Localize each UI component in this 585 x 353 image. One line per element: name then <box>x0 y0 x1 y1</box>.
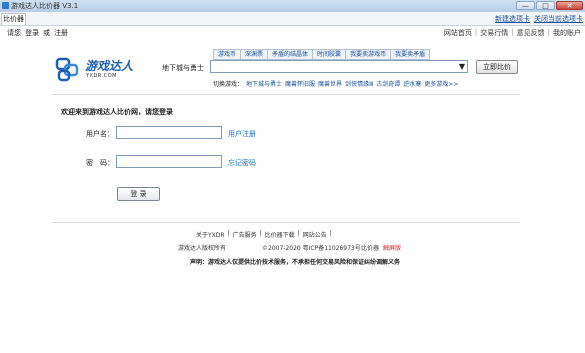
logo-icon <box>55 57 79 82</box>
logo-subtext: YXDR.COM <box>86 73 117 79</box>
new-tab-link[interactable]: 新建选项卡 <box>495 14 530 24</box>
touch-version-link[interactable]: 触屏版 <box>383 243 401 252</box>
title-bar: 游戏达人比价器 V3.1 — □ ✕ <box>0 0 585 12</box>
footer-link-notice[interactable]: 网站公告 <box>303 230 327 239</box>
game-link[interactable]: 剑侠情缘Ⅲ <box>345 79 373 88</box>
copyright-tail: 比价器 <box>361 245 380 252</box>
login-welcome-text: 欢迎来到游戏达人比价网，请您登录 <box>61 108 173 116</box>
login-link[interactable]: 登录 <box>25 28 39 38</box>
nav-feedback[interactable]: 意见反馈 <box>517 28 545 38</box>
close-tab-link[interactable]: 关闭当前选项卡 <box>534 14 583 24</box>
switch-game-row: 切换游戏： 地下城与勇士 魔兽怀旧服 魔兽世界 剑侠情缘Ⅲ 古剑奇谭 逆水寒 更… <box>213 79 458 88</box>
category-tab[interactable]: 深渊票 <box>241 49 269 60</box>
app-icon <box>2 2 9 9</box>
footer-link-ads[interactable]: 广告服务 <box>233 230 257 239</box>
tab-actions: 新建选项卡 关闭当前选项卡 <box>495 14 583 24</box>
footer-separator: | <box>329 230 332 237</box>
register-link[interactable]: 用户注册 <box>228 129 256 139</box>
category-tab[interactable]: 我要卖矛盾 <box>391 49 431 60</box>
window-controls: — □ ✕ <box>516 1 583 10</box>
forgot-password-link[interactable]: 忘记密码 <box>228 158 256 168</box>
game-link[interactable]: 逆水寒 <box>403 79 421 88</box>
divider <box>52 94 520 95</box>
site-logo[interactable]: 游戏达人 YXDR.COM <box>55 55 141 85</box>
password-label: 密 码： <box>86 159 114 167</box>
nav-account[interactable]: 我的账户 <box>553 28 581 38</box>
switch-game-label: 切换游戏： <box>213 81 244 88</box>
nav-separator: | <box>511 28 514 36</box>
username-input[interactable] <box>116 126 222 139</box>
login-prompt: 请您 <box>7 29 21 37</box>
password-input[interactable] <box>116 155 222 168</box>
copyright-owner: 游戏达人版权所有 <box>178 245 227 252</box>
footer-separator: | <box>259 230 262 237</box>
footer-separator: | <box>297 230 300 237</box>
register-link[interactable]: 注册 <box>54 28 68 38</box>
dropdown-arrow-icon[interactable]: ▼ <box>459 62 465 71</box>
game-link[interactable]: 古剑奇谭 <box>376 79 400 88</box>
copyright-years: ©2007-2020 粤ICP备11026973号 <box>262 245 361 252</box>
footer-links: 关于YXDR | 广告服务 | 比价器下载 | 网站公告 | <box>196 230 332 239</box>
logo-text: 游戏达人 <box>85 59 134 73</box>
tab-strip: 比价器 新建选项卡 关闭当前选项卡 <box>0 12 585 26</box>
current-game-label: 地下城与勇士 <box>162 64 204 72</box>
maximize-button[interactable]: □ <box>536 1 555 10</box>
category-tab[interactable]: 我要卖游戏币 <box>346 49 392 60</box>
nav-market[interactable]: 交易行情 <box>480 28 508 38</box>
server-select[interactable]: ▼ <box>210 60 468 73</box>
category-tabs: 游戏币 深渊票 矛盾的结晶体 时间胶囊 我要卖游戏币 我要卖矛盾 <box>213 49 431 60</box>
nav-separator: | <box>547 28 550 36</box>
category-tab[interactable]: 时间胶囊 <box>313 49 347 60</box>
footer-link-download[interactable]: 比价器下载 <box>265 230 295 239</box>
username-label: 用户名： <box>86 130 114 138</box>
login-submit-button[interactable]: 登 录 <box>117 187 160 201</box>
close-button[interactable]: ✕ <box>556 1 583 10</box>
compare-button[interactable]: 立即比价 <box>476 60 518 74</box>
tab-price-compare[interactable]: 比价器 <box>1 13 26 25</box>
nav-separator: | <box>474 28 478 36</box>
nav-home[interactable]: 网站首页 <box>444 28 472 38</box>
footer-link-about[interactable]: 关于YXDR <box>196 230 225 239</box>
game-link[interactable]: 地下城与勇士 <box>246 79 282 88</box>
window-title: 游戏达人比价器 V3.1 <box>11 2 79 10</box>
login-nav: 请您 登录 或 注册 <box>7 28 68 38</box>
or-text: 或 <box>43 29 50 37</box>
footer-separator: | <box>227 230 230 237</box>
game-link[interactable]: 魔兽怀旧服 <box>285 79 315 88</box>
site-nav: 网站首页 | 交易行情 | 意见反馈 | 我的账户 <box>444 28 581 38</box>
divider <box>52 222 520 223</box>
category-tab[interactable]: 游戏币 <box>213 49 242 60</box>
minimize-button[interactable]: — <box>516 1 535 10</box>
game-link[interactable]: 魔兽世界 <box>318 79 342 88</box>
category-tab[interactable]: 矛盾的结晶体 <box>268 49 314 60</box>
disclaimer-text: 声明：游戏达人仅提供比价技术服务，不承担任何交易风险和保证纠纷调解义务 <box>190 259 401 266</box>
more-games-link[interactable]: 更多游戏>> <box>424 79 458 88</box>
